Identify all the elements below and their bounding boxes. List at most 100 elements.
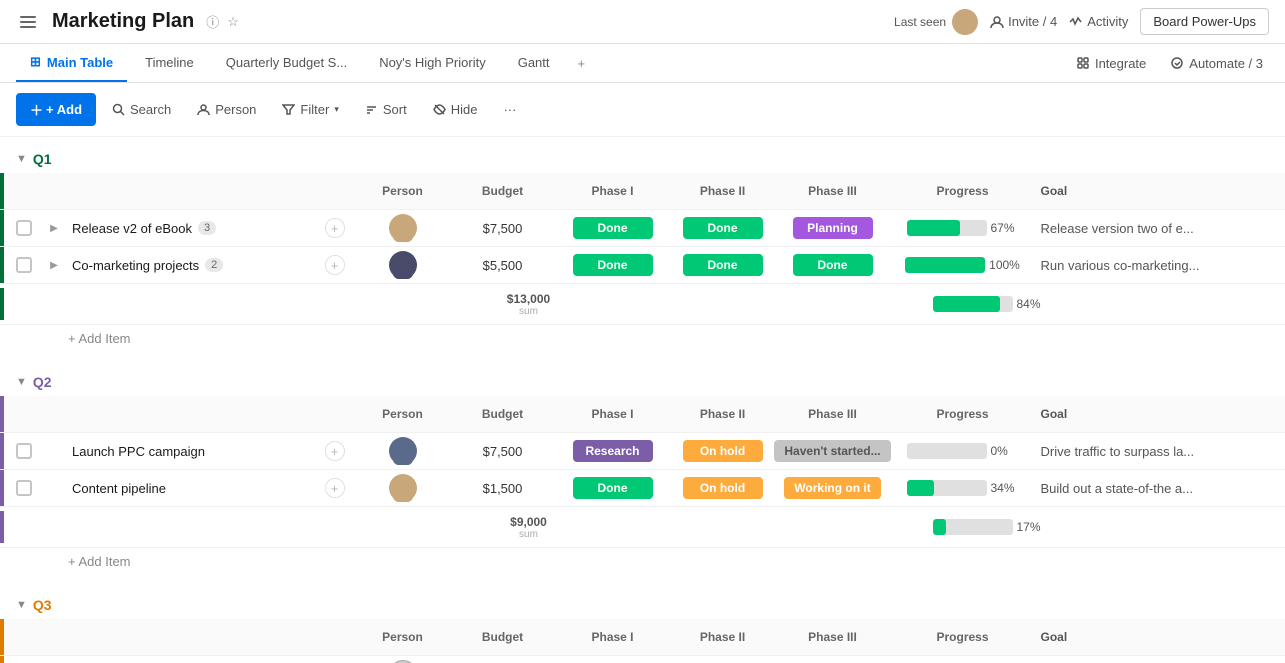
group-q1-toggle[interactable]: ▼ <box>16 153 27 165</box>
stripe-q2 <box>0 396 4 432</box>
info-icon[interactable]: ⓘ <box>206 12 219 31</box>
row-goal: Build out a state-of-the a... <box>1033 481 1285 496</box>
sub-item-count: 2 <box>205 258 223 272</box>
star-icon[interactable]: ☆ <box>227 14 239 30</box>
stripe-q3 <box>0 619 4 655</box>
tabs-right: Integrate Automate / 3 <box>1070 52 1269 75</box>
add-row-icon[interactable]: + <box>325 218 345 238</box>
avatar <box>389 214 417 242</box>
phase3-badge: Haven't started... <box>774 440 890 462</box>
col-header-budget-q2: Budget <box>453 407 553 421</box>
add-item-q1[interactable]: + Add Item <box>0 325 1285 352</box>
col-header-phase1-q1: Phase I <box>553 184 673 198</box>
invite-button[interactable]: Invite / 4 <box>990 14 1057 29</box>
table-header-q3: Person Budget Phase I Phase II Phase III… <box>0 619 1285 656</box>
activity-button[interactable]: Activity <box>1069 14 1128 29</box>
progress-bar <box>907 480 987 496</box>
col-header-phase1-q3: Phase I <box>553 630 673 644</box>
add-item-q2[interactable]: + Add Item <box>0 548 1285 575</box>
board-power-ups-button[interactable]: Board Power-Ups <box>1140 8 1269 35</box>
col-header-phase2-q3: Phase II <box>673 630 773 644</box>
group-q3-label[interactable]: Q3 <box>33 597 52 613</box>
table-icon: ⊞ <box>30 54 41 70</box>
row-item-name: Co-marketing projects <box>72 258 199 273</box>
sum-budget-q2: $9,000 sum <box>479 515 579 540</box>
search-button[interactable]: Search <box>102 96 181 123</box>
tab-main-table[interactable]: ⊞ Main Table <box>16 44 127 82</box>
row-goal: Release version two of e... <box>1033 221 1285 236</box>
add-row-icon[interactable]: + <box>325 478 345 498</box>
progress-bar <box>905 257 985 273</box>
progress-fill <box>907 480 934 496</box>
person-filter-button[interactable]: Person <box>187 96 266 123</box>
hide-button[interactable]: Hide <box>423 96 488 123</box>
table-row: ··· Launch PPC campaign + $7,500 Researc… <box>0 433 1285 470</box>
col-header-person-q1: Person <box>353 184 453 198</box>
group-q2-label[interactable]: Q2 <box>33 374 52 390</box>
group-q3-toggle[interactable]: ▼ <box>16 599 27 611</box>
row-item-name: Release v2 of eBook <box>72 221 192 236</box>
integrate-button[interactable]: Integrate <box>1070 52 1152 75</box>
row-goal: Run various co-marketing... <box>1033 258 1285 273</box>
filter-icon <box>282 103 295 116</box>
sidebar-toggle[interactable] <box>16 10 40 34</box>
plus-icon: ＋ <box>30 100 43 119</box>
col-header-goal-q1: Goal <box>1033 184 1285 198</box>
tab-quarterly-budget[interactable]: Quarterly Budget S... <box>212 45 361 82</box>
add-row-icon[interactable]: + <box>325 255 345 275</box>
col-header-phase3-q1: Phase III <box>773 184 893 198</box>
phase3-badge: Done <box>793 254 873 276</box>
toolbar: ＋ + Add Search Person Filter ▾ Sort Hide… <box>0 83 1285 137</box>
avatar <box>389 251 417 279</box>
tab-gantt[interactable]: Gantt <box>504 45 564 82</box>
group-q3-header: ▼ Q3 <box>0 583 1285 619</box>
avatar <box>389 474 417 502</box>
add-button[interactable]: ＋ + Add <box>16 93 96 126</box>
board-title: Marketing Plan <box>52 10 194 33</box>
progress-pct: 100% <box>989 258 1020 272</box>
add-row-icon[interactable]: + <box>325 441 345 461</box>
group-q1-label[interactable]: Q1 <box>33 151 52 167</box>
hide-icon <box>433 103 446 116</box>
search-icon <box>112 103 125 116</box>
row-budget: $7,500 <box>453 444 553 459</box>
person-icon <box>197 103 210 116</box>
more-options-button[interactable]: ··· <box>493 96 526 123</box>
phase1-badge: Research <box>573 440 653 462</box>
col-header-budget-q1: Budget <box>453 184 553 198</box>
tab-noy-priority[interactable]: Noy's High Priority <box>365 45 500 82</box>
table-row: ··· ▶ Co-marketing projects 2 + $5,500 D… <box>0 247 1285 284</box>
row-budget: $5,500 <box>453 258 553 273</box>
sum-budget-q1: $13,000 sum <box>479 292 579 317</box>
col-header-goal-q2: Goal <box>1033 407 1285 421</box>
col-header-phase2-q1: Phase II <box>673 184 773 198</box>
group-q1-header: ▼ Q1 <box>0 137 1285 173</box>
col-header-phase3-q2: Phase III <box>773 407 893 421</box>
progress-pct: 0% <box>991 444 1019 458</box>
expander-arrow[interactable]: ▶ <box>50 223 58 234</box>
table-header-q1: Person Budget Phase I Phase II Phase III… <box>0 173 1285 210</box>
tab-add-button[interactable]: + <box>568 48 596 79</box>
table-row: ··· Build out podcast pipeline + $2,000 … <box>0 656 1285 663</box>
sort-button[interactable]: Sort <box>355 96 417 123</box>
filter-button[interactable]: Filter ▾ <box>272 96 348 123</box>
progress-bar <box>907 220 987 236</box>
group-q2-toggle[interactable]: ▼ <box>16 376 27 388</box>
expander-arrow[interactable]: ▶ <box>50 260 58 271</box>
phase2-badge: On hold <box>683 477 763 499</box>
row-budget: $7,500 <box>453 221 553 236</box>
col-header-budget-q3: Budget <box>453 630 553 644</box>
avatar <box>952 9 978 35</box>
automate-button[interactable]: Automate / 3 <box>1164 52 1269 75</box>
sum-progress-q1: 84% <box>919 296 1059 312</box>
tab-timeline[interactable]: Timeline <box>131 45 208 82</box>
col-header-progress-q3: Progress <box>893 630 1033 644</box>
table-row: ··· ▶ Release v2 of eBook 3 + $7,500 Don… <box>0 210 1285 247</box>
tabs-bar: ⊞ Main Table Timeline Quarterly Budget S… <box>0 44 1285 83</box>
col-header-person-q3: Person <box>353 630 453 644</box>
phase1-badge: Done <box>573 477 653 499</box>
avatar <box>389 437 417 465</box>
col-header-phase2-q2: Phase II <box>673 407 773 421</box>
table-row: ··· Content pipeline + $1,500 Done On ho… <box>0 470 1285 507</box>
chevron-down-icon: ▾ <box>334 104 339 115</box>
